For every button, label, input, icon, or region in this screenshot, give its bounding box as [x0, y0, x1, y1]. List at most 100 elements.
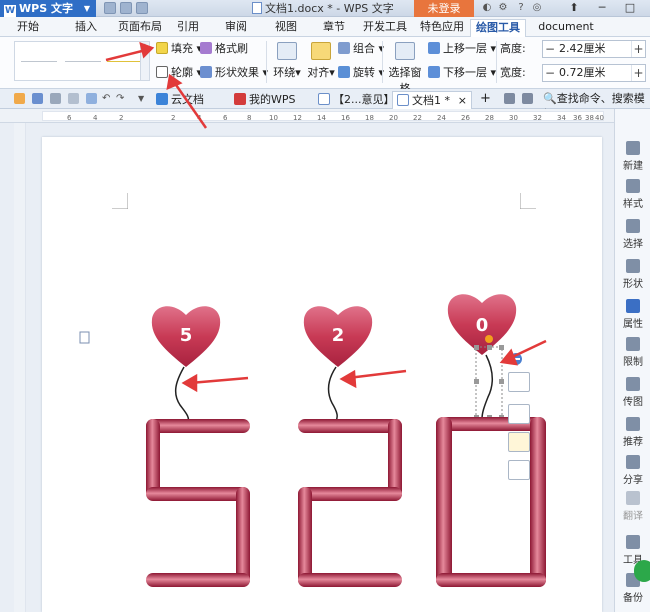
app-menu-button[interactable]: W WPS 文字 ▼	[0, 0, 96, 17]
maximize-icon[interactable]: □	[616, 0, 644, 17]
ribbon-divider	[266, 41, 267, 83]
height-label: 高度:	[500, 42, 526, 55]
tab-feedback-doc[interactable]: 【2...意见】	[314, 91, 395, 109]
tab-cloud-docs[interactable]: 云文档	[152, 91, 204, 109]
width-increase-button[interactable]: +	[631, 65, 645, 81]
side-new-button[interactable]: 新建	[615, 139, 650, 177]
shape-effect-button[interactable]: 形状效果 ▾	[200, 65, 268, 81]
rotate-handle-icon[interactable]	[485, 335, 493, 343]
horizontal-ruler[interactable]: 6 4 2 2 4 6 8 10 12 14 16 18 20 22 24 26…	[0, 109, 614, 123]
gallery-scroll[interactable]: ▲ ▼	[140, 41, 150, 81]
side-upload-image-button[interactable]: 传图	[615, 375, 650, 413]
brush-icon	[200, 42, 212, 54]
height-decrease-button[interactable]: −	[543, 41, 557, 57]
side-restrict-button[interactable]: 限制	[615, 335, 650, 373]
wps-logo-icon: W	[4, 5, 16, 17]
restore-icon[interactable]: ⬆	[560, 0, 588, 17]
tab-review[interactable]: 审阅	[218, 19, 254, 37]
side-recommend-button[interactable]: 推荐	[615, 415, 650, 453]
chevron-down-icon[interactable]: ▼	[138, 93, 149, 104]
align-button[interactable]: 对齐▾	[302, 41, 340, 85]
line-style-icon[interactable]	[508, 404, 530, 424]
list-icon[interactable]	[522, 93, 533, 104]
digit-2	[298, 419, 402, 587]
wrap-button[interactable]: 环绕▾	[268, 41, 306, 85]
width-label: 宽度:	[500, 66, 526, 79]
login-button[interactable]: 未登录	[414, 0, 474, 17]
tab-references[interactable]: 引用	[170, 19, 206, 37]
side-share-button[interactable]: 分享	[615, 453, 650, 491]
gallery-line[interactable]	[21, 61, 57, 62]
paragraph-icon[interactable]	[79, 331, 90, 344]
send-backward-button[interactable]: 下移一层 ▾	[428, 65, 496, 81]
app-name: WPS 文字	[19, 2, 73, 15]
help-icon[interactable]: ?	[514, 1, 528, 15]
tab-my-wps[interactable]: 我的WPS	[230, 91, 296, 109]
tab-document-1[interactable]: 文档1 * ×	[392, 91, 472, 109]
tab-special[interactable]: 特色应用	[414, 19, 470, 37]
side-properties-button[interactable]: 属性	[615, 297, 650, 335]
height-increase-button[interactable]: +	[631, 41, 645, 57]
skin-icon[interactable]: ◐	[480, 1, 494, 15]
format-painter-button[interactable]: 格式刷	[200, 41, 248, 57]
balloon-heart-2[interactable]: 2	[303, 306, 373, 422]
new-tab-button[interactable]: +	[476, 91, 491, 109]
save-icon[interactable]	[104, 2, 116, 14]
fill-icon[interactable]	[508, 432, 530, 452]
menu-bar: 开始 插入 页面布局 引用 审阅 视图 章节 开发工具 特色应用 绘图工具 do…	[0, 17, 650, 49]
redo-icon[interactable]: ↷	[116, 93, 127, 104]
open-icon[interactable]	[14, 93, 25, 104]
recommend-icon	[626, 417, 640, 431]
minimize-icon[interactable]: ─	[588, 0, 616, 17]
undo-icon[interactable]	[136, 2, 148, 14]
height-field[interactable]: − 2.42厘米 +	[542, 40, 646, 58]
gallery-line[interactable]	[65, 61, 101, 62]
tab-developer[interactable]: 开发工具	[360, 19, 410, 37]
balloon-heart-5[interactable]: 5	[151, 306, 221, 424]
command-search[interactable]: 🔍查找命令、搜索模板	[543, 91, 650, 121]
close-tab-icon[interactable]: ×	[458, 92, 467, 109]
print-icon[interactable]	[50, 93, 61, 104]
tab-document-tool[interactable]: document tool	[530, 19, 602, 49]
side-translate-button[interactable]: 翻译	[615, 489, 650, 527]
shape-icon	[626, 259, 640, 273]
ruler-scale: 6 4 2 2 4 6 8 10 12 14 16 18 20 22 24 26…	[42, 111, 604, 122]
layout-options-icon[interactable]	[508, 372, 530, 392]
height-value[interactable]: 2.42厘米	[559, 41, 606, 57]
width-value[interactable]: 0.72厘米	[559, 65, 606, 81]
line-style-gallery[interactable]	[14, 41, 150, 81]
feedback-icon[interactable]: ◎	[530, 1, 544, 15]
status-badge[interactable]	[634, 560, 650, 582]
pin-icon[interactable]	[504, 93, 515, 104]
wps-window: W WPS 文字 ▼ 文档1.docx * - WPS 文字 未登录 ◐ ⚙ ? …	[0, 0, 650, 612]
fill-button[interactable]: 填充 ▾	[156, 41, 202, 57]
gallery-line[interactable]	[107, 61, 143, 62]
rotate-button[interactable]: 旋转 ▾	[338, 65, 384, 81]
bring-forward-button[interactable]: 上移一层 ▾	[428, 41, 496, 57]
tab-page-layout[interactable]: 页面布局	[112, 19, 168, 37]
tab-start[interactable]: 开始	[10, 19, 46, 37]
width-decrease-button[interactable]: −	[543, 65, 557, 81]
width-field[interactable]: − 0.72厘米 +	[542, 64, 646, 82]
selection-pane-button[interactable]: 选择窗格	[384, 41, 426, 95]
settings-icon[interactable]: ⚙	[496, 1, 510, 15]
side-shape-button[interactable]: 形状	[615, 257, 650, 295]
outline-button[interactable]: 轮廓 ▾	[156, 65, 202, 81]
tab-view[interactable]: 视图	[268, 19, 304, 37]
group-button[interactable]: 组合 ▾	[338, 41, 384, 57]
side-select-button[interactable]: 选择	[615, 217, 650, 255]
save-icon[interactable]	[32, 93, 43, 104]
tab-drawing-tools[interactable]: 绘图工具	[470, 19, 526, 37]
new-icon	[626, 141, 640, 155]
preview-icon[interactable]	[68, 93, 79, 104]
outline-icon[interactable]	[508, 460, 530, 480]
side-style-button[interactable]: 样式	[615, 177, 650, 215]
tab-section[interactable]: 章节	[316, 19, 352, 37]
print-icon[interactable]	[120, 2, 132, 14]
export-icon[interactable]	[86, 93, 97, 104]
tab-insert[interactable]: 插入	[68, 19, 104, 37]
document-icon	[252, 2, 262, 14]
ruler-tick: 24	[437, 114, 446, 122]
undo-icon[interactable]: ↶	[102, 93, 113, 104]
ruler-tick: 10	[269, 114, 278, 122]
